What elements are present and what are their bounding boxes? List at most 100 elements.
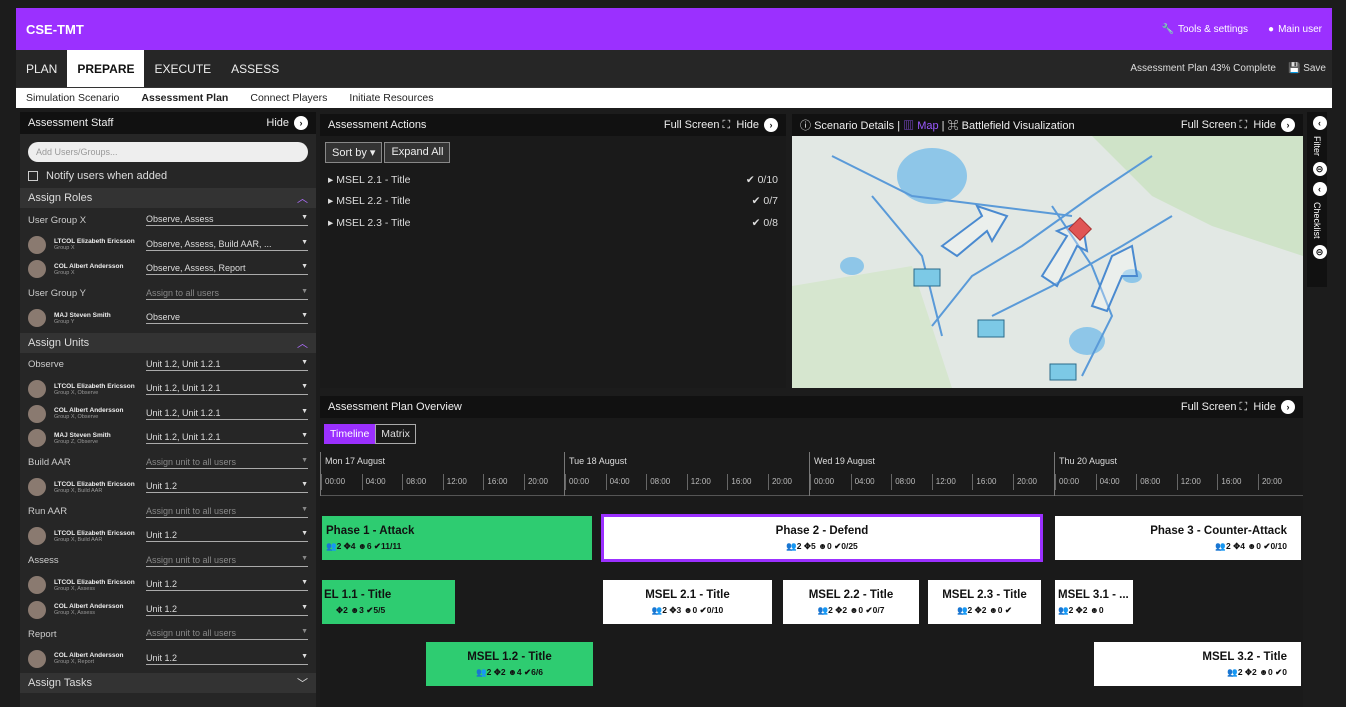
- caret-down-icon: ▼: [301, 530, 308, 538]
- save-button[interactable]: 💾 Save: [1288, 63, 1326, 74]
- plan-overview-panel: Assessment Plan Overview Full Screen ⛶ H…: [320, 396, 1303, 707]
- card-title: Phase 2 - Defend: [775, 524, 869, 537]
- user-search-input[interactable]: Add Users/Groups...: [28, 142, 308, 162]
- main-user-button[interactable]: ● Main user: [1268, 24, 1322, 35]
- msel-card[interactable]: MSEL 3.2 - Title 👥2 ✥2 ☻0 ✔0: [1092, 640, 1303, 688]
- unit-dropdown[interactable]: Unit 1.2 ▼: [146, 653, 308, 665]
- hide-button[interactable]: Hide ›: [1250, 118, 1295, 132]
- unit-dropdown[interactable]: Unit 1.2 ▼: [146, 481, 308, 494]
- card-stats: 👥2 ✥3 ☻0 ✔0/10: [651, 604, 724, 615]
- hour-label: 20:00: [1012, 474, 1054, 490]
- day-label: Thu 20 August: [1059, 456, 1118, 466]
- phase-card[interactable]: Phase 1 - Attack 👥2 ✥4 ☻6 ✔11/11: [320, 514, 594, 562]
- item-label: MSEL 2.2 - Title: [336, 195, 411, 208]
- matrix-toggle[interactable]: Matrix: [375, 424, 416, 444]
- subtab-simulation-scenario[interactable]: Simulation Scenario: [26, 92, 119, 104]
- msel-card[interactable]: MSEL 1.2 - Title 👥2 ✥2 ☻4 ✔6/6: [424, 640, 595, 688]
- user-name: COL Albert Andersson: [54, 603, 124, 611]
- assign-tasks-section[interactable]: Assign Tasks ﹀: [20, 673, 316, 693]
- list-item[interactable]: ▸ MSEL 2.3 - Title ✔ 0/8: [320, 212, 786, 234]
- caret-down-icon: ▼: [301, 287, 308, 295]
- save-label: Save: [1303, 63, 1326, 74]
- subtab-connect-players[interactable]: Connect Players: [250, 92, 327, 104]
- sort-by-button[interactable]: Sort by ▾: [325, 142, 383, 163]
- unit-dropdown[interactable]: Unit 1.2 ▼: [146, 579, 308, 592]
- notify-checkbox[interactable]: [28, 171, 38, 181]
- filter-toggle-icon[interactable]: ⊝: [1312, 162, 1327, 176]
- unit-dropdown[interactable]: Unit 1.2, Unit 1.2.1 ▼: [146, 408, 308, 420]
- fullscreen-button[interactable]: Full Screen ⛶: [664, 119, 730, 131]
- friendly-unit-icon[interactable]: [977, 319, 1005, 338]
- timeline-toggle[interactable]: Timeline: [324, 424, 376, 444]
- section-title: Assign Roles: [28, 192, 93, 204]
- tab-execute[interactable]: EXECUTE: [144, 50, 221, 87]
- map-view[interactable]: [792, 136, 1303, 388]
- caret-down-icon: ▼: [301, 238, 308, 246]
- tab-prepare[interactable]: PREPARE: [67, 50, 145, 87]
- phase-card[interactable]: Phase 2 - Defend 👥2 ✥5 ☻0 ✔0/25: [601, 514, 1043, 562]
- tools-settings-button[interactable]: 🔧 Tools & settings: [1162, 24, 1249, 35]
- avatar: [28, 309, 46, 328]
- tab-assess[interactable]: ASSESS: [221, 50, 289, 87]
- phase-card[interactable]: Phase 3 - Counter-Attack 👥2 ✥4 ☻0 ✔0/10: [1053, 514, 1303, 562]
- friendly-unit-icon[interactable]: [913, 268, 941, 287]
- filter-tab[interactable]: Filter: [1312, 136, 1322, 156]
- sort-label: Sort by: [332, 147, 367, 159]
- card-stats: 👥2 ✥2 ☻0 ✔0/7: [817, 604, 885, 615]
- subtab-initiate-resources[interactable]: Initiate Resources: [349, 92, 433, 104]
- tab-plan[interactable]: PLAN: [16, 50, 67, 87]
- checklist-toggle-icon[interactable]: ⊝: [1312, 244, 1327, 259]
- unit-dropdown[interactable]: Unit 1.2, Unit 1.2.1 ▼: [146, 432, 308, 445]
- msel-card[interactable]: MSEL 3.1 - ... 👥2 ✥2 ☻0: [1053, 578, 1135, 626]
- expand-all-button[interactable]: Expand All: [384, 142, 451, 163]
- msel-card[interactable]: EL 1.1 - Title ✥2 ☻3 ✔5/5: [320, 578, 457, 626]
- unit-dropdown[interactable]: Unit 1.2, Unit 1.2.1 ▼: [146, 359, 308, 371]
- role-dropdown[interactable]: Observe, Assess, Report ▼: [146, 263, 308, 276]
- msel-card[interactable]: MSEL 2.3 - Title 👥2 ✥2 ☻0 ✔: [926, 578, 1043, 626]
- friendly-unit-icon[interactable]: [1049, 363, 1077, 381]
- user-icon: ●: [1268, 23, 1275, 35]
- unit-dropdown[interactable]: Unit 1.2 ▼: [146, 530, 308, 543]
- assign-roles-section[interactable]: Assign Roles ︿: [20, 188, 316, 208]
- staff-hide-button[interactable]: Hide ›: [266, 116, 308, 130]
- fullscreen-button[interactable]: Full Screen ⛶: [1181, 119, 1247, 131]
- hide-label: Hide: [1253, 119, 1276, 131]
- hide-button[interactable]: Hide ›: [733, 118, 778, 132]
- notify-checkbox-row[interactable]: Notify users when added: [20, 166, 316, 186]
- item-count: 0/8: [763, 216, 778, 229]
- fullscreen-button[interactable]: Full Screen ⛶: [1181, 401, 1247, 413]
- unit-dropdown[interactable]: Unit 1.2 ▼: [146, 604, 308, 616]
- dropdown-value: Observe: [146, 312, 181, 323]
- unit-dropdown[interactable]: Unit 1.2, Unit 1.2.1 ▼: [146, 383, 308, 396]
- avatar: [28, 235, 46, 254]
- dropdown-value: Unit 1.2: [146, 481, 178, 492]
- msel-card[interactable]: MSEL 2.2 - Title 👥2 ✥2 ☻0 ✔0/7: [781, 578, 921, 626]
- role-dropdown[interactable]: Observe ▼: [146, 312, 308, 325]
- list-item[interactable]: ▸ MSEL 2.2 - Title ✔ 0/7: [320, 191, 786, 213]
- scenario-details-tab[interactable]: ⓘ Scenario Details: [800, 120, 894, 132]
- battlefield-viz-tab[interactable]: ⌘ Battlefield Visualization: [948, 120, 1075, 132]
- role-dropdown[interactable]: Observe, Assess ▼: [146, 214, 308, 227]
- role-dropdown[interactable]: Observe, Assess, Build AAR, ... ▼: [146, 239, 308, 251]
- main-nav: PLAN PREPARE EXECUTE ASSESS Assessment P…: [16, 50, 1332, 88]
- map-tab[interactable]: ▥ Map: [903, 120, 938, 132]
- role-label: Run AAR: [28, 506, 68, 518]
- subtab-assessment-plan[interactable]: Assessment Plan: [141, 92, 228, 104]
- msel-card[interactable]: MSEL 2.1 - Title 👥2 ✥3 ☻0 ✔0/10: [601, 578, 774, 626]
- chevron-left-icon[interactable]: ‹: [1312, 182, 1327, 196]
- map-canvas: [792, 136, 1303, 388]
- item-label: MSEL 2.1 - Title: [336, 173, 411, 186]
- checklist-tab[interactable]: Checklist: [1312, 202, 1322, 239]
- dropdown-value: Unit 1.2: [146, 603, 178, 614]
- lake: [840, 257, 864, 275]
- hide-button[interactable]: Hide ›: [1250, 400, 1295, 414]
- unit-dropdown[interactable]: Assign unit to all users ▼: [146, 628, 308, 641]
- unit-dropdown[interactable]: Assign unit to all users ▼: [146, 457, 308, 469]
- chevron-left-icon[interactable]: ‹: [1312, 116, 1327, 130]
- hour-label: 20:00: [1257, 474, 1299, 490]
- role-dropdown[interactable]: Assign to all users ▼: [146, 288, 308, 300]
- list-item[interactable]: ▸ MSEL 2.1 - Title ✔ 0/10: [320, 169, 786, 191]
- unit-dropdown[interactable]: Assign unit to all users ▼: [146, 555, 308, 567]
- assign-units-section[interactable]: Assign Units ︿: [20, 332, 316, 353]
- unit-dropdown[interactable]: Assign unit to all users ▼: [146, 506, 308, 518]
